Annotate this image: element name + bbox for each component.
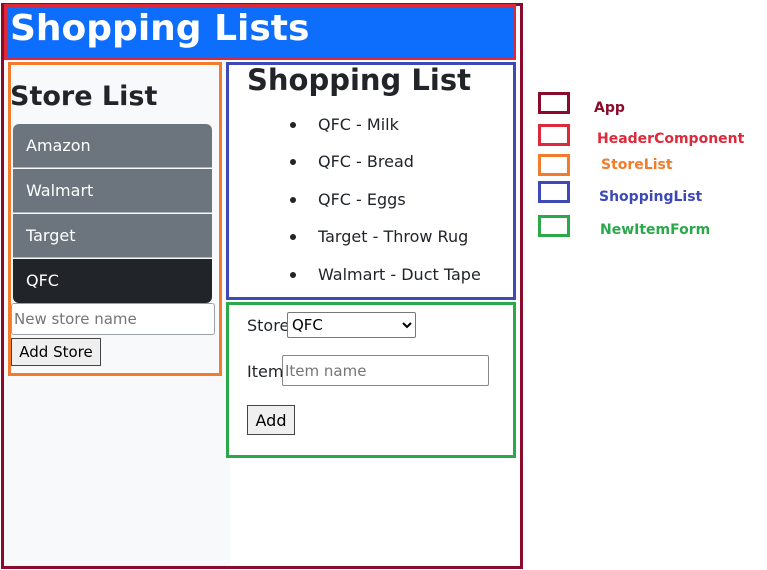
add-store-button[interactable]: Add Store [11,338,101,366]
legend-label-new-item-form: NewItemForm [600,222,711,238]
store-select[interactable]: QFC [287,312,416,338]
store-field-label: Store [247,316,290,335]
bullet-icon [290,234,296,240]
bullet-icon [290,272,296,278]
shopping-list-item: Target - Throw Rug [318,227,469,246]
store-item-amazon[interactable]: Amazon [13,124,212,168]
legend-swatch-shopping-list [538,181,570,203]
bullet-icon [290,122,296,128]
store-list-title: Store List [10,81,158,112]
store-item-label: Target [26,226,76,245]
store-item-label: Walmart [26,181,94,200]
bullet-icon [290,197,296,203]
store-item-walmart[interactable]: Walmart [13,169,212,213]
legend-label-header-component: HeaderComponent [597,131,745,147]
store-item-label: QFC [26,271,59,290]
shopping-list-title: Shopping List [247,63,471,97]
store-item-label: Amazon [26,136,91,155]
legend-swatch-new-item-form [538,215,570,237]
legend-label-store-list: StoreList [601,157,673,173]
legend-swatch-app [538,92,570,114]
shopping-list-item: Walmart - Duct Tape [318,265,481,284]
store-item-qfc[interactable]: QFC [13,259,212,303]
store-item-target[interactable]: Target [13,214,212,258]
new-store-input[interactable] [11,303,215,335]
shopping-list-item: QFC - Eggs [318,190,406,209]
bullet-icon [290,159,296,165]
item-field-label: Item [247,362,284,381]
legend-swatch-header-component [538,124,570,146]
shopping-list-item: QFC - Bread [318,152,414,171]
item-name-input[interactable] [282,355,489,386]
legend-label-shopping-list: ShoppingList [599,189,703,205]
app-title: Shopping Lists [10,8,310,49]
shopping-list-item: QFC - Milk [318,115,399,134]
legend-swatch-store-list [538,154,570,176]
legend-label-app: App [594,100,625,116]
add-item-button[interactable]: Add [247,405,295,435]
